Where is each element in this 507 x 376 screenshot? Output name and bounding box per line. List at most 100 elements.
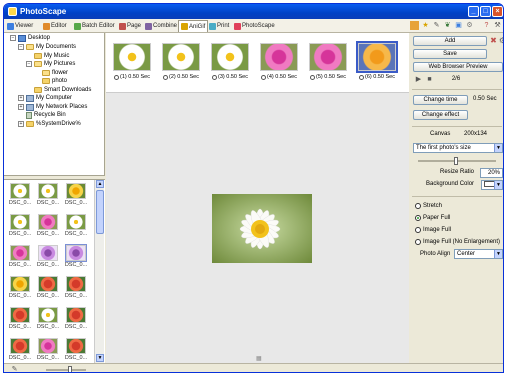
tab-anigif[interactable]: AniGif bbox=[178, 20, 209, 32]
tools2-icon[interactable]: ⚒ bbox=[493, 21, 502, 30]
tree-item-desktop[interactable]: − Desktop bbox=[10, 34, 50, 42]
desktop-icon bbox=[18, 34, 26, 42]
expander[interactable]: + bbox=[18, 121, 24, 127]
frame-play-icon[interactable] bbox=[114, 74, 120, 80]
help-icon[interactable]: ? bbox=[482, 21, 491, 30]
chevron-down-icon: ▼ bbox=[494, 181, 502, 189]
animation-frame[interactable]: (6) 0.50 Sec bbox=[356, 41, 398, 89]
thumbnail-item[interactable]: DSC_0... bbox=[8, 307, 32, 335]
thumbnail-item[interactable]: DSC_0... bbox=[36, 183, 60, 211]
thumbnail-item[interactable]: DSC_0... bbox=[36, 214, 60, 242]
animation-frame[interactable]: (4) 0.50 Sec bbox=[259, 43, 299, 89]
thumbnail-item[interactable]: DSC_0... bbox=[8, 214, 32, 242]
photo-align-select[interactable]: Center ▼ bbox=[454, 249, 503, 259]
reset-icon[interactable]: ⚙ bbox=[498, 36, 503, 45]
background-color-picker[interactable]: ▼ bbox=[481, 180, 503, 190]
thumbnail-item[interactable]: DSC_0... bbox=[36, 245, 60, 273]
tab-viewer[interactable]: Viewer bbox=[5, 20, 35, 32]
thumbnail-item[interactable]: DSC_0... bbox=[64, 276, 88, 304]
add-button[interactable]: Add bbox=[413, 36, 487, 46]
resize-slider[interactable] bbox=[418, 157, 496, 165]
tab-editor[interactable]: Editor bbox=[41, 20, 69, 32]
folder-icon[interactable] bbox=[410, 21, 419, 30]
thumbnail-item[interactable]: DSC_0... bbox=[64, 307, 88, 335]
expander[interactable]: + bbox=[18, 104, 24, 110]
minimize-button[interactable]: _ bbox=[468, 6, 479, 17]
resize-grip-icon[interactable]: ▦ bbox=[256, 355, 264, 362]
play-icon[interactable]: ▶ bbox=[414, 75, 423, 84]
thumbnail-item[interactable]: DSC_0... bbox=[64, 183, 88, 211]
thumbnail-item[interactable]: DSC_0... bbox=[36, 276, 60, 304]
animation-frame[interactable]: (1) 0.50 Sec bbox=[112, 43, 152, 89]
leaf-icon[interactable]: ❦ bbox=[443, 21, 452, 30]
resize-ratio-field[interactable]: 20% bbox=[480, 168, 503, 178]
frame-play-icon[interactable] bbox=[261, 74, 267, 80]
tree-item-my-documents[interactable]: − My Documents bbox=[18, 43, 76, 51]
slider-knob[interactable] bbox=[68, 366, 72, 372]
zoom-slider[interactable] bbox=[46, 366, 86, 372]
tree-item-recycle-bin[interactable]: Recycle Bin bbox=[26, 111, 66, 119]
radio-paper-full[interactable]: Paper Full bbox=[415, 215, 450, 221]
tree-item-systemdrive[interactable]: + %SystemDrive% bbox=[18, 120, 81, 128]
radio-stretch[interactable]: Stretch bbox=[415, 203, 442, 209]
expander[interactable]: − bbox=[26, 61, 32, 67]
thumbnail-item[interactable]: DSC_0... bbox=[64, 338, 88, 363]
tab-batch-editor[interactable]: Batch Editor bbox=[72, 20, 117, 32]
tree-item-flower[interactable]: flower bbox=[42, 69, 68, 77]
thumbnail-scrollbar[interactable]: ▲ ▼ bbox=[94, 180, 104, 363]
radio-image-full-no-enlargement[interactable]: Image Full (No Enlargement) bbox=[415, 239, 500, 245]
tree-item-my-music[interactable]: My Music bbox=[34, 52, 69, 60]
thumbnail-item[interactable]: DSC_0... bbox=[36, 307, 60, 335]
maximize-button[interactable]: □ bbox=[480, 6, 491, 17]
tab-page[interactable]: Page bbox=[117, 20, 143, 32]
star-icon[interactable]: ★ bbox=[421, 21, 430, 30]
radio-image-full[interactable]: Image Full bbox=[415, 227, 451, 233]
change-time-button[interactable]: Change time bbox=[413, 95, 468, 105]
close-button[interactable]: × bbox=[492, 6, 503, 17]
tree-item-smart-downloads[interactable]: Smart Downloads bbox=[34, 86, 91, 94]
frame-duration: (4) 0.50 Sec bbox=[267, 74, 297, 80]
thumbnail-item[interactable]: DSC_0... bbox=[8, 276, 32, 304]
thumbnail-item[interactable]: DSC_0... bbox=[8, 183, 32, 211]
frame-play-icon[interactable] bbox=[163, 74, 169, 80]
frame-play-icon[interactable] bbox=[359, 74, 365, 80]
thumbnail-item[interactable]: DSC_0... bbox=[36, 338, 60, 363]
gear-icon[interactable]: ⚙ bbox=[465, 21, 474, 30]
animation-frame[interactable]: (5) 0.50 Sec bbox=[308, 43, 348, 89]
tools-icon[interactable]: ✎ bbox=[432, 21, 441, 30]
save-button[interactable]: Save bbox=[413, 49, 487, 59]
frame-duration: (3) 0.50 Sec bbox=[218, 74, 248, 80]
canvas-size-select[interactable]: The first photo's size ▼ bbox=[413, 143, 503, 153]
frame-play-icon[interactable] bbox=[310, 74, 316, 80]
tab-combine[interactable]: Combine bbox=[143, 20, 179, 32]
frame-play-icon[interactable] bbox=[212, 74, 218, 80]
scroll-up-arrow-icon[interactable]: ▲ bbox=[96, 180, 104, 188]
chevron-down-icon: ▼ bbox=[494, 144, 502, 152]
expander[interactable]: − bbox=[18, 44, 24, 50]
animation-frame[interactable]: (3) 0.50 Sec bbox=[210, 43, 250, 89]
radio-dot bbox=[415, 203, 421, 209]
animation-frame[interactable]: (2) 0.50 Sec bbox=[161, 43, 201, 89]
pen-icon[interactable]: ✎ bbox=[10, 365, 19, 372]
thumbnail-item[interactable]: DSC_0... bbox=[64, 214, 88, 242]
thumbnail-item[interactable]: DSC_0... bbox=[8, 338, 32, 363]
expander[interactable]: − bbox=[10, 35, 16, 41]
slider-knob[interactable] bbox=[454, 157, 458, 165]
stop-icon[interactable]: ■ bbox=[425, 75, 434, 84]
tree-item-my-network-places[interactable]: + My Network Places bbox=[18, 103, 87, 111]
expander[interactable]: + bbox=[18, 95, 24, 101]
tree-item-my-pictures[interactable]: − My Pictures bbox=[26, 60, 75, 68]
tree-item-photo[interactable]: photo bbox=[42, 77, 67, 85]
change-effect-button[interactable]: Change effect bbox=[413, 110, 468, 120]
tab-print[interactable]: Print bbox=[207, 20, 231, 32]
tab-photoscape[interactable]: PhotoScape bbox=[232, 20, 277, 32]
scroll-down-arrow-icon[interactable]: ▼ bbox=[96, 354, 104, 362]
tree-item-my-computer[interactable]: + My Computer bbox=[18, 94, 72, 102]
thumbnail-item[interactable]: DSC_0... bbox=[64, 244, 88, 273]
web-browser-preview-button[interactable]: Web Browser Preview bbox=[413, 62, 503, 72]
thumbnail-item[interactable]: DSC_0... bbox=[8, 245, 32, 273]
scroll-thumb[interactable] bbox=[96, 190, 104, 234]
thumbnail-image bbox=[66, 338, 86, 354]
screen-icon[interactable]: ▣ bbox=[454, 21, 463, 30]
delete-icon[interactable]: ✖ bbox=[489, 36, 498, 45]
